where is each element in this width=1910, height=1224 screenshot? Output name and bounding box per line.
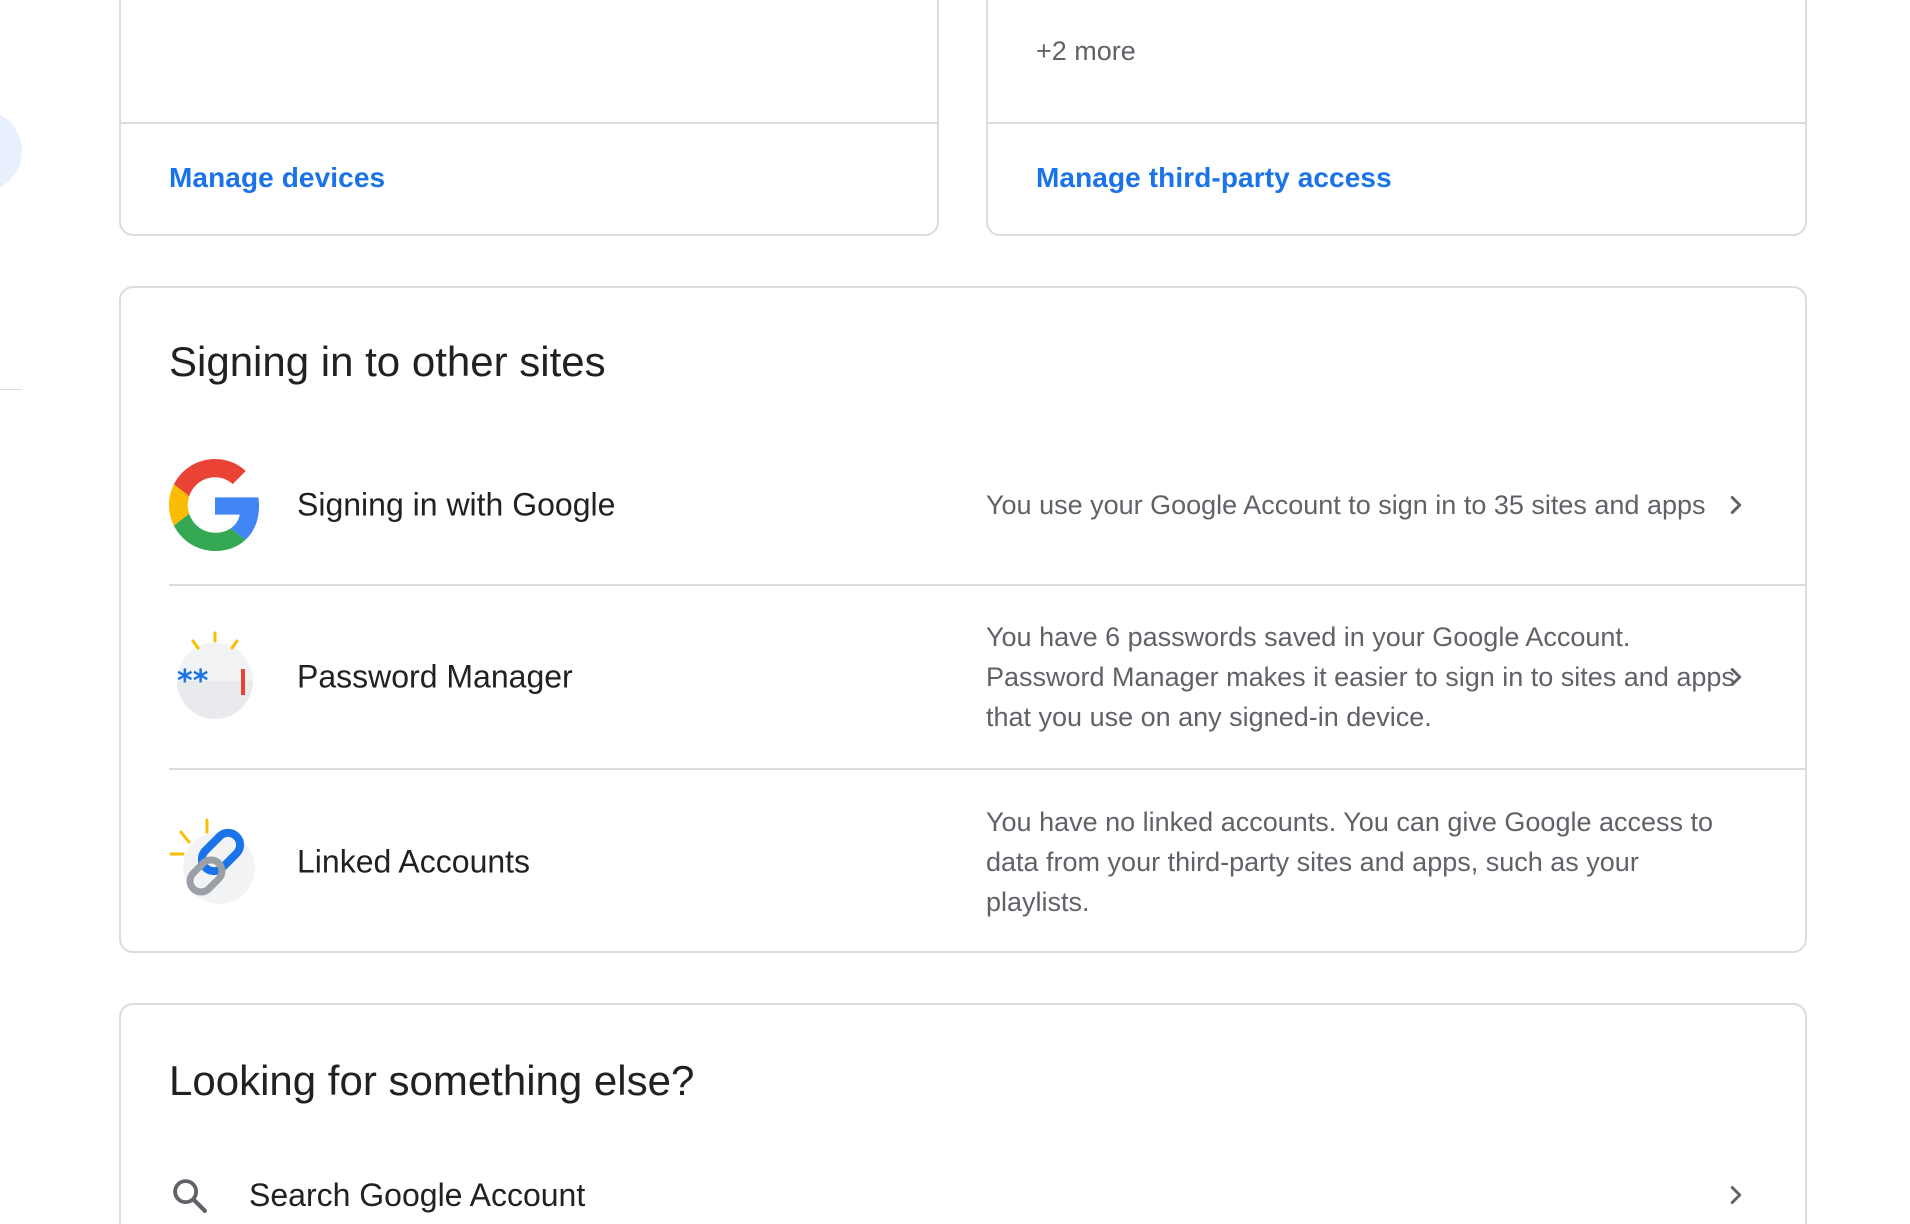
linked-accounts-icon [169,818,255,904]
chevron-right-icon [1730,496,1742,514]
password-manager-row[interactable]: ** Password Manager You have 6 passwords… [169,586,1805,770]
row-label: Password Manager [297,658,573,695]
more-apps-text: +2 more [1036,36,1136,66]
third-party-card-footer: Manage third-party access [988,122,1805,234]
manage-third-party-access-link[interactable]: Manage third-party access [1036,162,1392,194]
linked-accounts-row[interactable]: Linked Accounts You have no linked accou… [169,770,1805,954]
signing-in-with-google-row[interactable]: Signing in with Google You use your Goog… [169,426,1805,586]
signing-in-title: Signing in to other sites [169,338,606,385]
row-description: You use your Google Account to sign in t… [986,490,1706,520]
page: Manage devices +2 more Manage third-part… [0,0,1910,1224]
row-label: Signing in with Google [297,486,616,523]
row-label: Linked Accounts [297,843,531,880]
search-icon [173,1179,207,1213]
row-description: You have no linked accounts. You can giv… [986,807,1714,917]
google-g-icon [169,459,260,551]
manage-devices-link[interactable]: Manage devices [169,162,385,194]
search-google-account-label: Search Google Account [249,1177,586,1213]
chevron-right-icon [1730,1186,1742,1204]
devices-card: Manage devices [119,0,939,236]
looking-for-title: Looking for something else? [169,1057,695,1104]
svg-text:**: ** [177,664,209,699]
signing-in-card: Signing in to other sites Signing in wit… [119,286,1807,953]
row-description: You have 6 passwords saved in your Googl… [986,622,1735,732]
nav-divider [0,389,22,390]
nav-active-item[interactable] [0,110,22,192]
search-google-account-row[interactable]: Search Google Account [169,1155,1805,1224]
third-party-card: +2 more Manage third-party access [986,0,1807,236]
looking-for-something-else-card: Looking for something else? Search Googl… [119,1003,1807,1224]
devices-card-footer: Manage devices [121,122,937,234]
password-manager-icon: ** [177,631,253,719]
chevron-right-icon [1730,668,1742,686]
